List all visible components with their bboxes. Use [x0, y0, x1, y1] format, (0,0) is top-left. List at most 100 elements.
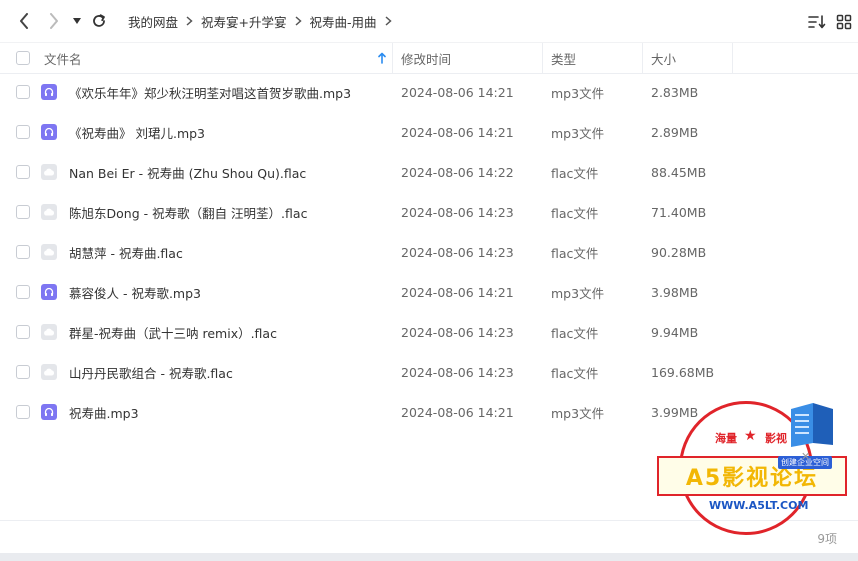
file-size: 9.94MB — [651, 324, 699, 340]
grid-view-button[interactable] — [834, 12, 854, 32]
column-header-size-label: 大小 — [651, 51, 677, 67]
history-dropdown-button[interactable] — [67, 10, 87, 32]
file-type: mp3文件 — [551, 285, 605, 301]
row-checkbox[interactable] — [16, 365, 30, 379]
file-list-header: 文件名 修改时间 类型 大小 — [0, 42, 858, 74]
breadcrumb-separator-icon — [186, 16, 193, 26]
file-modified: 2024-08-06 14:23 — [401, 364, 514, 380]
chevron-left-icon — [20, 13, 28, 29]
sort-ascending-icon — [378, 52, 386, 64]
row-checkbox[interactable] — [16, 245, 30, 259]
cloud-file-icon — [41, 364, 57, 380]
column-header-name[interactable]: 文件名 — [44, 43, 390, 73]
stamp-url: WWW.A5LT.COM — [709, 499, 809, 512]
file-row[interactable]: 《祝寿曲》 刘珺儿.mp3 2024-08-06 14:21 mp3文件 2.8… — [0, 112, 858, 152]
cloud-file-icon — [41, 244, 57, 260]
row-checkbox[interactable] — [16, 405, 30, 419]
row-checkbox[interactable] — [16, 85, 30, 99]
forward-button[interactable] — [43, 10, 65, 32]
file-type: mp3文件 — [551, 405, 605, 421]
column-divider[interactable] — [392, 43, 393, 73]
file-name[interactable]: 群星-祝寿曲（武十三呐 remix）.flac — [69, 312, 277, 352]
file-name[interactable]: 山丹丹民歌组合 - 祝寿歌.flac — [69, 352, 233, 392]
file-size: 71.40MB — [651, 204, 707, 220]
star-icon: ★ — [744, 428, 757, 444]
file-size: 169.68MB — [651, 364, 715, 380]
file-type: flac文件 — [551, 325, 599, 341]
file-name[interactable]: 慕容俊人 - 祝寿歌.mp3 — [69, 272, 201, 312]
column-header-modified-label: 修改时间 — [401, 51, 452, 67]
breadcrumb-item-current[interactable]: 祝寿曲-用曲 — [310, 12, 377, 31]
file-modified: 2024-08-06 14:23 — [401, 204, 514, 220]
file-row[interactable]: 山丹丹民歌组合 - 祝寿歌.flac 2024-08-06 14:23 flac… — [0, 352, 858, 392]
column-header-size[interactable]: 大小 — [651, 43, 676, 73]
file-name[interactable]: 祝寿曲.mp3 — [69, 392, 139, 432]
sort-button[interactable] — [807, 12, 827, 32]
column-header-type-label: 类型 — [551, 51, 577, 67]
file-modified: 2024-08-06 14:22 — [401, 164, 514, 180]
file-modified: 2024-08-06 14:21 — [401, 284, 514, 300]
refresh-button[interactable] — [88, 10, 110, 32]
breadcrumb-item-folder[interactable]: 祝寿宴+升学宴 — [201, 12, 286, 31]
file-name[interactable]: 《欢乐年年》郑少秋汪明荃对唱这首贺岁歌曲.mp3 — [69, 72, 351, 112]
file-type: flac文件 — [551, 165, 599, 181]
breadcrumb-expand-icon[interactable] — [385, 16, 392, 26]
refresh-icon — [93, 14, 105, 27]
file-modified: 2024-08-06 14:21 — [401, 84, 514, 100]
file-type: flac文件 — [551, 245, 599, 261]
column-divider[interactable] — [642, 43, 643, 73]
chevron-right-icon — [50, 13, 58, 29]
file-modified: 2024-08-06 14:23 — [401, 324, 514, 340]
file-modified: 2024-08-06 14:23 — [401, 244, 514, 260]
file-name[interactable]: Nan Bei Er - 祝寿曲 (Zhu Shou Qu).flac — [69, 152, 306, 192]
file-name[interactable]: 胡慧萍 - 祝寿曲.flac — [69, 232, 183, 272]
row-checkbox[interactable] — [16, 165, 30, 179]
cloud-file-icon — [41, 324, 57, 340]
cloud-file-icon — [41, 164, 57, 180]
stamp-top-left-text: 海量 — [715, 432, 737, 445]
bottom-divider — [0, 553, 858, 561]
row-checkbox[interactable] — [16, 125, 30, 139]
grid-view-icon — [836, 14, 852, 30]
file-modified: 2024-08-06 14:21 — [401, 404, 514, 420]
column-divider[interactable] — [542, 43, 543, 73]
audio-file-icon — [41, 404, 57, 420]
row-checkbox[interactable] — [16, 325, 30, 339]
file-row[interactable]: 慕容俊人 - 祝寿歌.mp3 2024-08-06 14:21 mp3文件 3.… — [0, 272, 858, 312]
audio-file-icon — [41, 284, 57, 300]
breadcrumb: 我的网盘 祝寿宴+升学宴 祝寿曲-用曲 — [128, 0, 400, 42]
watermark-stamp: 海量 ★ 影视 A5影视论坛 创建企业空间 ✕ WWW.A5LT.COM — [655, 398, 851, 554]
row-checkbox[interactable] — [16, 285, 30, 299]
column-divider[interactable] — [732, 43, 733, 73]
file-size: 88.45MB — [651, 164, 707, 180]
cloud-file-icon — [41, 204, 57, 220]
select-all-checkbox[interactable] — [16, 51, 30, 65]
file-row[interactable]: 《欢乐年年》郑少秋汪明荃对唱这首贺岁歌曲.mp3 2024-08-06 14:2… — [0, 72, 858, 112]
column-header-modified[interactable]: 修改时间 — [401, 43, 451, 73]
file-type: flac文件 — [551, 205, 599, 221]
file-name[interactable]: 《祝寿曲》 刘珺儿.mp3 — [69, 112, 205, 152]
file-size: 3.98MB — [651, 284, 699, 300]
building-logo-icon — [791, 403, 833, 447]
file-modified: 2024-08-06 14:21 — [401, 124, 514, 140]
close-icon: ✕ — [801, 450, 811, 463]
file-row[interactable]: 陈旭东Dong - 祝寿歌（翻自 汪明荃）.flac 2024-08-06 14… — [0, 192, 858, 232]
file-row[interactable]: 胡慧萍 - 祝寿曲.flac 2024-08-06 14:23 flac文件 9… — [0, 232, 858, 272]
file-type: mp3文件 — [551, 85, 605, 101]
caret-down-icon — [73, 18, 81, 24]
file-size: 2.83MB — [651, 84, 699, 100]
file-row[interactable]: Nan Bei Er - 祝寿曲 (Zhu Shou Qu).flac 2024… — [0, 152, 858, 192]
breadcrumb-separator-icon — [295, 16, 302, 26]
file-type: flac文件 — [551, 365, 599, 381]
row-checkbox[interactable] — [16, 205, 30, 219]
back-button[interactable] — [13, 10, 35, 32]
breadcrumb-item-root[interactable]: 我的网盘 — [128, 12, 178, 31]
column-header-type[interactable]: 类型 — [551, 43, 576, 73]
column-header-name-label: 文件名 — [44, 51, 82, 67]
file-name[interactable]: 陈旭东Dong - 祝寿歌（翻自 汪明荃）.flac — [69, 192, 307, 232]
file-size: 2.89MB — [651, 124, 699, 140]
audio-file-icon — [41, 124, 57, 140]
audio-file-icon — [41, 84, 57, 100]
sort-icon — [808, 15, 826, 29]
file-row[interactable]: 群星-祝寿曲（武十三呐 remix）.flac 2024-08-06 14:23… — [0, 312, 858, 352]
